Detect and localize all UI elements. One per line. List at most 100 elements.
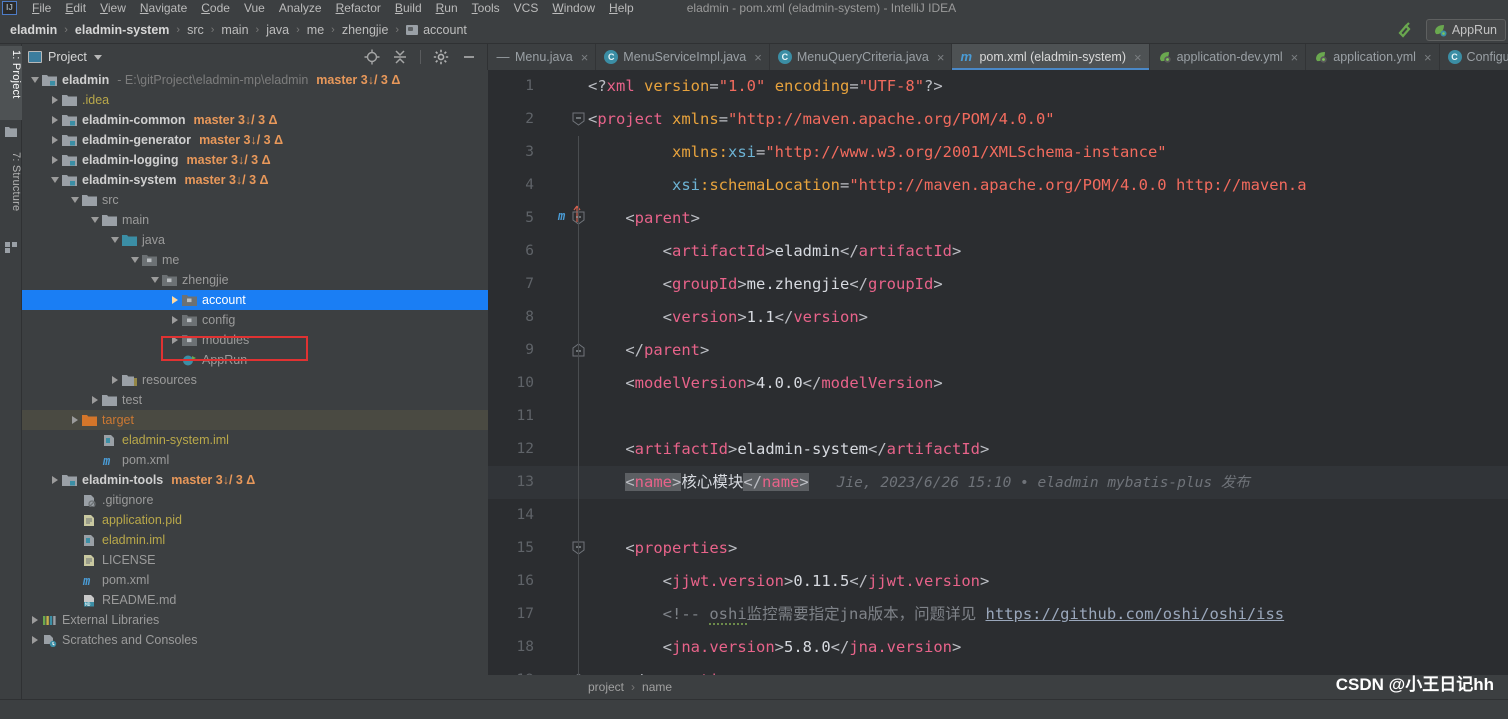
build-hammer-icon[interactable] [1394,19,1416,41]
editor-tab-menu-java[interactable]: — Menu.java × [488,44,597,70]
tree-expand-arrow[interactable] [28,77,42,83]
menu-item-tools[interactable]: Tools [465,1,507,15]
code-line[interactable]: 16 <jjwt.version>0.11.5</jjwt.version> [488,565,1508,598]
code-line[interactable]: 7 <groupId>me.zhengjie</groupId> [488,268,1508,301]
tree-node[interactable]: eladmin-system.iml [22,430,488,450]
code-line[interactable]: 14 [488,499,1508,532]
tree-node[interactable]: main [22,210,488,230]
tree-node[interactable]: LICENSE [22,550,488,570]
gutter[interactable]: m [540,202,588,235]
gutter[interactable] [540,103,588,136]
close-icon[interactable]: × [754,50,762,65]
breadcrumb-item-java[interactable]: java [266,23,289,37]
breadcrumb-item-zhengjie[interactable]: zhengjie [342,23,389,37]
code-line[interactable]: 18 <jna.version>5.8.0</jna.version> [488,631,1508,664]
tree-expand-arrow[interactable] [108,237,122,243]
tree-node[interactable]: eladmin-common master 3↓/ 3 Δ [22,110,488,130]
editor-tab-application-dev-yml[interactable]: application-dev.yml × [1150,44,1307,70]
gutter[interactable] [540,532,588,565]
code-line[interactable]: 9 </parent> [488,334,1508,367]
tree-node[interactable]: MD README.md [22,590,488,610]
tree-node[interactable]: .idea [22,90,488,110]
code-line[interactable]: 3 xmlns:xsi="http://www.w3.org/2001/XMLS… [488,136,1508,169]
editor-tab-menuquerycriteria-java[interactable]: C MenuQueryCriteria.java × [770,44,953,70]
tree-node[interactable]: target [22,410,488,430]
tree-expand-arrow[interactable] [108,376,122,384]
tree-node[interactable]: eladmin-tools master 3↓/ 3 Δ [22,470,488,490]
collapse-all-icon[interactable] [392,49,408,65]
close-icon[interactable]: × [581,50,589,65]
sidebar-item-project[interactable]: 1: Project [0,46,22,120]
code-line[interactable]: 5 m <parent> [488,202,1508,235]
tree-expand-arrow[interactable] [48,136,62,144]
code-line[interactable]: 15 <properties> [488,532,1508,565]
menu-item-vcs[interactable]: VCS [507,1,546,15]
fold-collapse-icon[interactable] [572,112,585,126]
tree-node[interactable]: src [22,190,488,210]
menu-item-edit[interactable]: Edit [58,1,93,15]
tree-node[interactable]: eladmin.iml [22,530,488,550]
tree-expand-arrow[interactable] [168,336,182,344]
project-tree[interactable]: eladmin - E:\gitProject\eladmin-mp\eladmi… [22,70,488,719]
tree-expand-arrow[interactable] [168,316,182,324]
tree-node[interactable]: m pom.xml [22,450,488,470]
tree-node[interactable]: eladmin - E:\gitProject\eladmin-mp\eladmi… [22,70,488,90]
editor-tab-menuserviceimpl-java[interactable]: C MenuServiceImpl.java × [596,44,770,70]
tree-expand-arrow[interactable] [168,296,182,304]
tree-node[interactable]: Scratches and Consoles [22,630,488,650]
editor-tab-configur[interactable]: C Configur [1440,44,1508,70]
close-icon[interactable]: × [937,50,945,65]
tree-expand-arrow[interactable] [88,217,102,223]
tree-expand-arrow[interactable] [28,636,42,644]
code-line[interactable]: 2 <project xmlns="http://maven.apache.org… [488,103,1508,136]
close-icon[interactable]: × [1424,50,1432,65]
tree-node[interactable]: m pom.xml [22,570,488,590]
tree-node[interactable]: External Libraries [22,610,488,630]
code-line[interactable]: 13 <name>核心模块</name> Jie, 2023/6/26 15:1… [488,466,1508,499]
gutter[interactable] [540,301,588,334]
tree-expand-arrow[interactable] [68,416,82,424]
chevron-down-icon[interactable] [93,54,102,60]
tree-expand-arrow[interactable] [48,96,62,104]
gear-icon[interactable] [433,49,449,65]
sidebar-item-structure[interactable]: 7: Structure [0,148,22,234]
code-editor[interactable]: 1 <?xml version="1.0" encoding="UTF-8"?> 2… [488,70,1508,699]
editor-tab-application-yml[interactable]: application.yml × [1306,44,1440,70]
menu-item-refactor[interactable]: Refactor [329,1,388,15]
breadcrumb-item-src[interactable]: src [187,23,204,37]
menu-item-run[interactable]: Run [429,1,465,15]
editor-breadcrumb-item-name[interactable]: name [642,680,672,694]
menu-item-window[interactable]: Window [545,1,602,15]
gutter[interactable] [540,400,588,433]
menu-item-navigate[interactable]: Navigate [133,1,194,15]
gutter[interactable] [540,565,588,598]
breadcrumb-item-eladmin-system[interactable]: eladmin-system [75,23,169,37]
code-line[interactable]: 17 <!-- oshi监控需要指定jna版本，问题详见 https://git… [488,598,1508,631]
code-line[interactable]: 10 <modelVersion>4.0.0</modelVersion> [488,367,1508,400]
breadcrumb-item-account[interactable]: account [406,23,467,37]
tree-node[interactable]: zhengjie [22,270,488,290]
gutter[interactable] [540,334,588,367]
breadcrumb-item-eladmin[interactable]: eladmin [10,23,57,37]
tree-node[interactable]: config [22,310,488,330]
menu-item-vue[interactable]: Vue [237,1,272,15]
tree-expand-arrow[interactable] [68,197,82,203]
close-icon[interactable]: × [1134,50,1142,65]
tree-node[interactable]: me [22,250,488,270]
tree-expand-arrow[interactable] [128,257,142,263]
run-configuration-selector[interactable]: AppRun [1425,18,1506,41]
tree-node[interactable]: test [22,390,488,410]
tree-expand-arrow[interactable] [48,476,62,484]
tree-expand-arrow[interactable] [148,277,162,283]
menu-item-analyze[interactable]: Analyze [272,1,329,15]
tree-node[interactable]: resources [22,370,488,390]
menu-item-view[interactable]: View [93,1,133,15]
menu-item-help[interactable]: Help [602,1,641,15]
gutter[interactable] [540,169,588,202]
gutter[interactable] [540,70,588,103]
tree-expand-arrow[interactable] [88,396,102,404]
menu-item-build[interactable]: Build [388,1,429,15]
code-line[interactable]: 12 <artifactId>eladmin-system</artifactI… [488,433,1508,466]
tree-node[interactable]: modules [22,330,488,350]
tree-expand-arrow[interactable] [48,156,62,164]
